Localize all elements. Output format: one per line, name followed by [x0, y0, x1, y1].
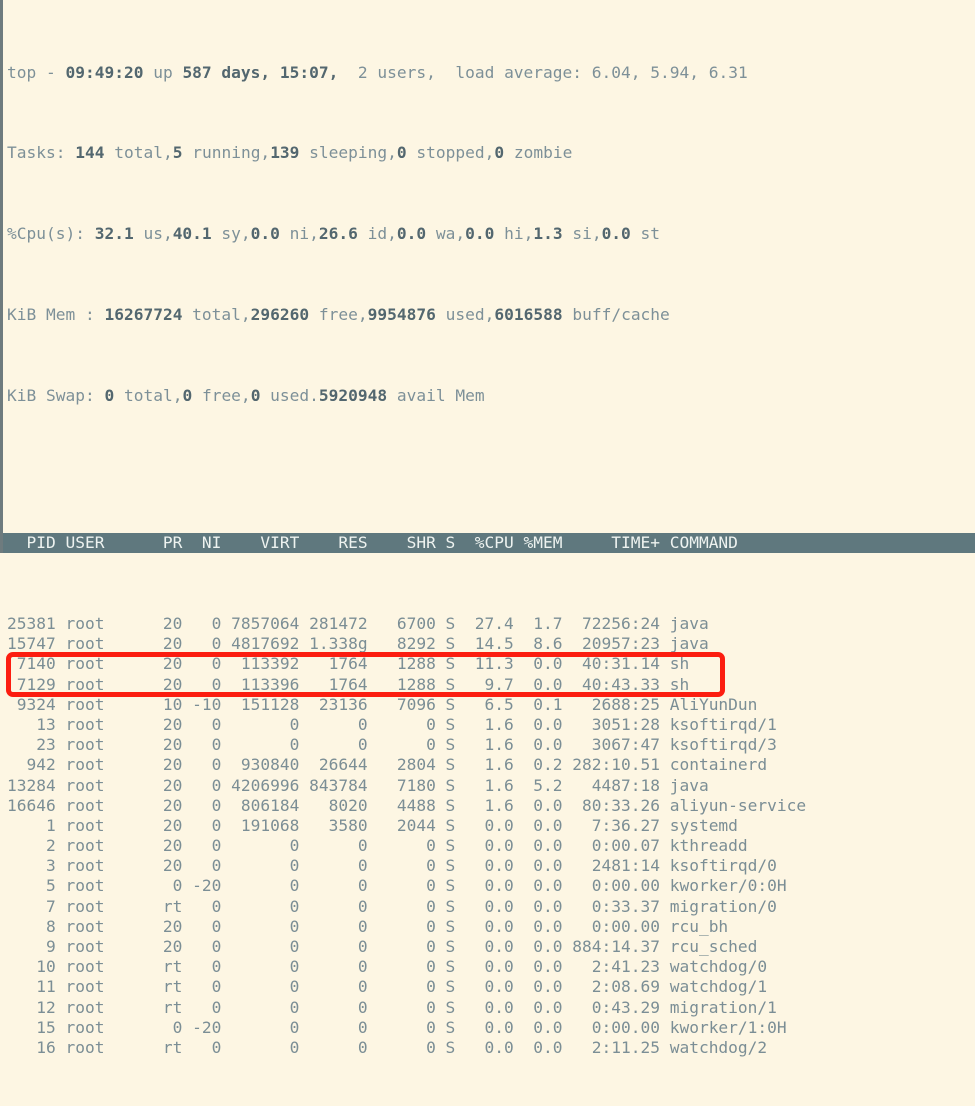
mem-buffcache-value: 6016588	[494, 305, 563, 324]
summary-swap-line: KiB Swap: 0 total,0 free,0 used.5920948 …	[7, 386, 975, 406]
table-row[interactable]: 3 root 20 0 0 0 0 S 0.0 0.0 2481:14 ksof…	[7, 856, 975, 876]
summary-mem-line: KiB Mem : 16267724 total,296260 free,995…	[7, 305, 975, 325]
table-row[interactable]: 8 root 20 0 0 0 0 S 0.0 0.0 0:00.00 rcu_…	[7, 917, 975, 937]
tasks-zombie-label: zombie	[504, 143, 573, 163]
cpu-st-value: 0.0	[601, 224, 631, 244]
cpu-id-value: 26.6	[318, 224, 358, 244]
swap-free-value: 0	[182, 385, 193, 405]
tasks-total-value: 144	[75, 143, 105, 163]
cpu-si-value: 1.3	[533, 224, 563, 244]
tasks-running-value: 5	[172, 143, 183, 163]
table-row[interactable]: 11 root rt 0 0 0 0 S 0.0 0.0 2:08.69 wat…	[7, 977, 975, 997]
process-table-body: 25381 root 20 0 7857064 281472 6700 S 27…	[7, 614, 975, 1058]
table-row[interactable]: 15 root 0 -20 0 0 0 S 0.0 0.0 0:00.00 kw…	[7, 1018, 975, 1038]
table-row[interactable]: 7129 root 20 0 113396 1764 1288 S 9.7 0.…	[7, 675, 975, 695]
table-row[interactable]: 7140 root 20 0 113392 1764 1288 S 11.3 0…	[7, 654, 975, 674]
table-row[interactable]: 7 root rt 0 0 0 0 S 0.0 0.0 0:33.37 migr…	[7, 897, 975, 917]
table-row[interactable]: 16646 root 20 0 806184 8020 4488 S 1.6 0…	[7, 796, 975, 816]
table-row[interactable]: 9 root 20 0 0 0 0 S 0.0 0.0 884:14.37 rc…	[7, 937, 975, 957]
cpu-st-label: st	[630, 224, 661, 244]
table-row[interactable]: 13284 root 20 0 4206996 843784 7180 S 1.…	[7, 776, 975, 796]
summary-uptime-line: top - 09:49:20 up 587 days, 15:07, 2 use…	[7, 63, 975, 83]
mem-used-value: 9954876	[367, 305, 436, 324]
terminal-window: top - 09:49:20 up 587 days, 15:07, 2 use…	[0, 0, 975, 1057]
cpu-ni-value: 0.0	[250, 224, 280, 244]
table-row[interactable]: 5 root 0 -20 0 0 0 S 0.0 0.0 0:00.00 kwo…	[7, 876, 975, 896]
table-row[interactable]: 2 root 20 0 0 0 0 S 0.0 0.0 0:00.07 kthr…	[7, 836, 975, 856]
current-time: 09:49:20	[65, 62, 144, 82]
mem-label: KiB Mem :	[7, 305, 105, 324]
table-row[interactable]: 942 root 20 0 930840 26644 2804 S 1.6 0.…	[7, 755, 975, 775]
mem-free-value: 296260	[250, 305, 310, 324]
mem-buffcache-label: buff/cache	[562, 305, 670, 324]
summary-cpu-line: %Cpu(s): 32.1 us,40.1 sy,0.0 ni,26.6 id,…	[7, 224, 975, 244]
tasks-label: Tasks:	[7, 143, 76, 163]
load-average-values: 6.04, 5.94, 6.31	[591, 62, 748, 82]
table-row[interactable]: 13 root 20 0 0 0 0 S 1.6 0.0 3051:28 kso…	[7, 715, 975, 735]
process-table-column-header[interactable]: PID USER PR NI VIRT RES SHR S %CPU %MEM …	[3, 533, 975, 554]
cpu-sy-value: 40.1	[172, 224, 212, 244]
blank-separator-row	[7, 467, 975, 473]
tasks-stopped-label: stopped,	[406, 143, 495, 163]
table-row[interactable]: 16 root rt 0 0 0 0 S 0.0 0.0 2:11.25 wat…	[7, 1038, 975, 1058]
uptime-value: 587 days, 15:07,	[182, 62, 339, 82]
table-row[interactable]: 25381 root 20 0 7857064 281472 6700 S 27…	[7, 614, 975, 634]
up-label: up	[143, 62, 183, 82]
tasks-sleeping-value: 139	[270, 143, 300, 163]
summary-tasks-line: Tasks: 144 total,5 running,139 sleeping,…	[7, 143, 975, 163]
swap-total-value: 0	[104, 385, 115, 405]
mem-used-label: used,	[435, 305, 495, 324]
mem-total-label: total,	[182, 305, 251, 324]
swap-total-label: total,	[114, 385, 183, 405]
tasks-running-label: running,	[182, 143, 271, 163]
swap-used-label: used.	[260, 385, 319, 405]
tasks-total-label: total,	[104, 143, 173, 163]
cpu-wa-value: 0.0	[396, 224, 427, 244]
swap-avail-value: 5920948	[318, 385, 388, 405]
tasks-sleeping-label: sleeping,	[299, 143, 397, 163]
tasks-stopped-value: 0	[396, 143, 407, 163]
mem-free-label: free,	[309, 305, 368, 324]
table-row[interactable]: 9324 root 10 -10 151128 23136 7096 S 6.5…	[7, 695, 975, 715]
table-row[interactable]: 12 root rt 0 0 0 0 S 0.0 0.0 0:43.29 mig…	[7, 998, 975, 1018]
tasks-zombie-value: 0	[494, 143, 505, 163]
cpu-label: %Cpu(s):	[7, 224, 95, 244]
swap-free-label: free,	[192, 385, 251, 405]
cpu-si-label: si,	[562, 224, 602, 244]
users-count: 2 users,	[338, 62, 436, 82]
table-row[interactable]: 15747 root 20 0 4817692 1.338g 8292 S 14…	[7, 634, 975, 654]
cpu-us-label: us,	[133, 224, 173, 244]
table-row[interactable]: 1 root 20 0 191068 3580 2044 S 0.0 0.0 7…	[7, 816, 975, 836]
cpu-sy-label: sy,	[211, 224, 251, 244]
mem-total-value: 16267724	[104, 305, 183, 324]
table-row[interactable]: 23 root 20 0 0 0 0 S 1.6 0.0 3067:47 kso…	[7, 735, 975, 755]
cpu-id-label: id,	[357, 224, 397, 244]
load-average-label: load average:	[435, 62, 592, 82]
cpu-wa-label: wa,	[426, 224, 466, 244]
swap-avail-label: avail Mem	[387, 385, 485, 405]
cpu-hi-value: 0.0	[465, 224, 495, 244]
cpu-hi-label: hi,	[494, 224, 534, 244]
swap-used-value: 0	[250, 385, 261, 405]
swap-label: KiB Swap:	[7, 385, 105, 405]
table-row[interactable]: 10 root rt 0 0 0 0 S 0.0 0.0 2:41.23 wat…	[7, 957, 975, 977]
cpu-ni-label: ni,	[279, 224, 319, 244]
top-label: top -	[7, 62, 66, 82]
cpu-us-value: 32.1	[94, 224, 134, 244]
